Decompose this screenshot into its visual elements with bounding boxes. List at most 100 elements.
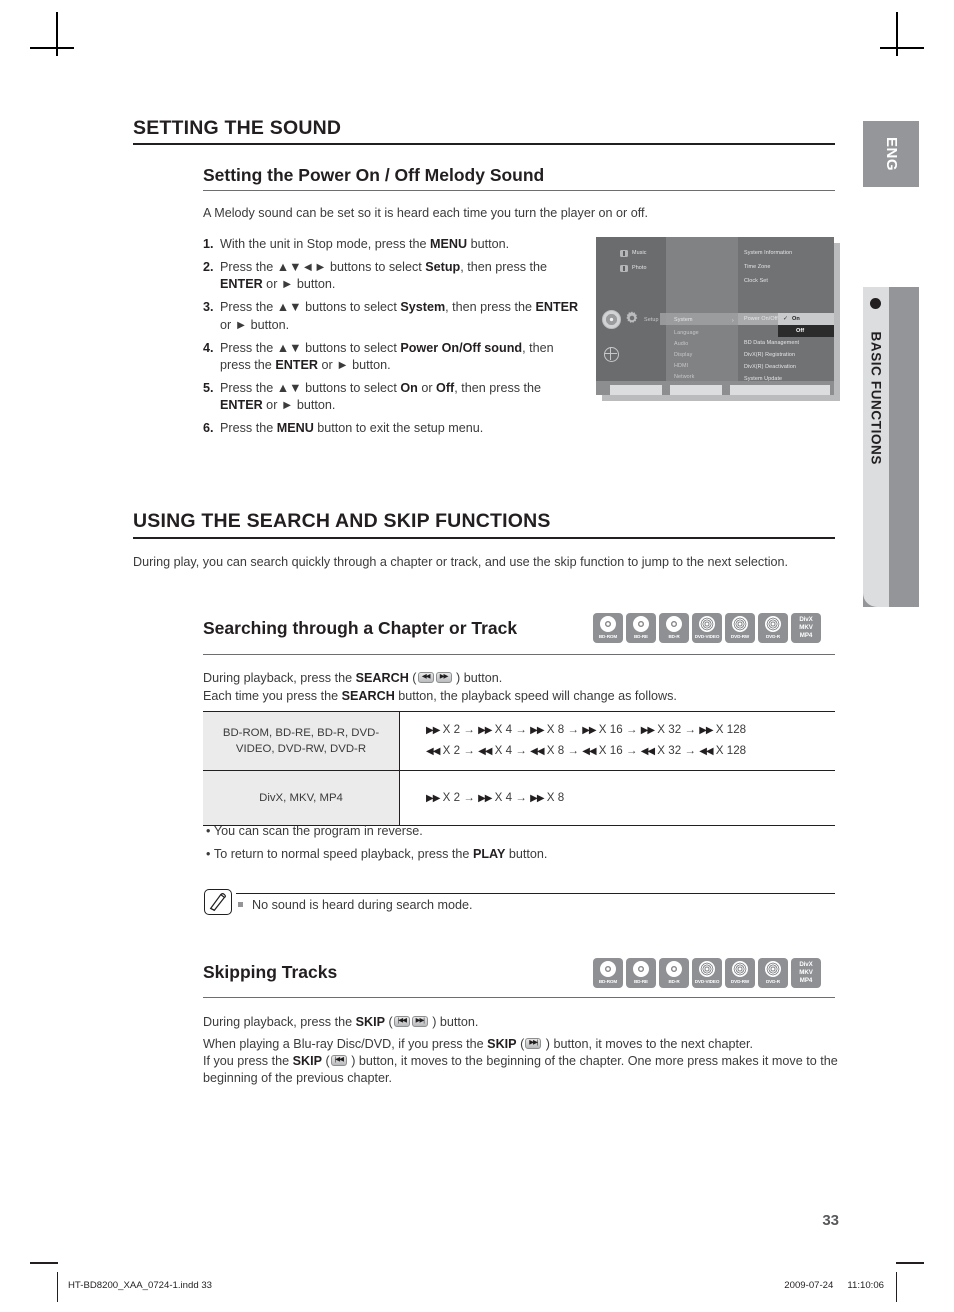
- disc-badges-searching: BD-ROM BD-RE BD-R DVD-VIDEO DVD-RW DVD-R DivX M…: [593, 613, 821, 643]
- searching-line1-paren-open: (: [408, 671, 417, 685]
- skip-previous-button-icon: |◀◀: [393, 1016, 410, 1027]
- melody-step-text-1: With the unit in Stop mode, press the ME…: [220, 237, 510, 251]
- disc-badge-dvd-rw: DVD-RW: [725, 958, 755, 988]
- searching-instruction-line1: During playback, press the SEARCH (◀◀ ▶▶ …: [203, 670, 843, 687]
- speed-table-row: BD-ROM, BD-RE, BD-R, DVD-VIDEO, DVD-RW, …: [203, 711, 835, 770]
- disc-circle-icon: [765, 961, 781, 977]
- speed-sequence-line: ▶▶ X 2 → ▶▶ X 4 → ▶▶ X 8 → ▶▶ X 16 → ▶▶ …: [426, 723, 747, 736]
- searching-bullet-1: • You can scan the program in reverse.: [206, 823, 846, 840]
- check-icon: ✓: [783, 316, 789, 322]
- subsection-title-skipping: Skipping Tracks: [203, 962, 338, 982]
- skipping-title-rule: [203, 997, 835, 999]
- skip-button-keyword-2: SKIP: [487, 1037, 517, 1051]
- footer-crop-right: [896, 1262, 924, 1264]
- disc-badge-text-line-3: MP4: [799, 977, 813, 984]
- tv-menu-opt-time-zone[interactable]: Time Zone: [744, 264, 770, 270]
- tv-menu-sub-display[interactable]: Display: [674, 352, 692, 358]
- tv-menu-bottom-block-1: [610, 385, 662, 395]
- tv-screenshot-frame: Music Photo Setup System › Language Audi…: [596, 237, 834, 395]
- disc-badge-text-line-2: MKV: [799, 969, 813, 976]
- tv-menu-opt-divx-deactivation[interactable]: DivX(R) Deactivation: [744, 364, 796, 370]
- skipping-line2-b: ) button, it moves to the next chapter.: [542, 1037, 753, 1051]
- disc-badge-dvd-rw: DVD-RW: [725, 613, 755, 643]
- disc-badge-bd-rom: BD-ROM: [593, 613, 623, 643]
- tv-menu-dropdown-option-off[interactable]: [778, 325, 834, 337]
- tv-menu-dropdown-off-label: Off: [796, 327, 805, 334]
- melody-step-text-5: Press the ▲▼ buttons to select On or Off…: [220, 380, 542, 413]
- tv-menu-sub-hdmi[interactable]: HDMI: [674, 363, 688, 369]
- tv-menu-opt-clock-set[interactable]: Clock Set: [744, 278, 768, 284]
- disc-badge-label: BD-R: [668, 634, 680, 639]
- searching-bullet-2: • To return to normal speed playback, pr…: [206, 846, 846, 863]
- section2-title-rule: [133, 537, 835, 539]
- melody-step-number-4: 4.: [203, 340, 214, 355]
- tv-menu-item-setup[interactable]: Setup: [644, 317, 659, 323]
- searching-line1-post: ) button.: [452, 671, 503, 685]
- disc-circle-icon: [600, 616, 616, 632]
- skipping-line1-paren-open: (: [385, 1015, 393, 1029]
- melody-step-number-6: 6.: [203, 421, 214, 436]
- bullet-dot-1: •: [206, 824, 214, 838]
- rewind-button-icon: ◀◀: [417, 672, 434, 683]
- disc-circle-icon: [765, 616, 781, 632]
- melody-step-number-1: 1.: [203, 237, 214, 251]
- page-content: SETTING THE SOUND Setting the Power On /…: [0, 0, 954, 1312]
- skip-next-button-icon: ▶▶|: [411, 1016, 428, 1027]
- skipping-instruction-line1: During playback, press the SKIP (|◀◀ ▶▶| …: [203, 1014, 843, 1031]
- tv-menu-sub-network[interactable]: Network: [674, 374, 694, 380]
- searching-instruction-line2: Each time you press the SEARCH button, t…: [203, 688, 843, 705]
- bullet-1-text: You can scan the program in reverse.: [213, 824, 423, 838]
- tv-menu-bottom-block-2: [670, 385, 722, 395]
- disc-badge-label: DVD-VIDEO: [694, 634, 720, 639]
- skipping-line3-c: If you press the: [203, 1054, 293, 1068]
- fast-forward-button-icon: ▶▶: [435, 672, 452, 683]
- melody-step-number-2: 2.: [203, 259, 214, 274]
- tv-menu-sub-audio[interactable]: Audio: [674, 341, 688, 347]
- photo-icon: [620, 265, 628, 272]
- footer-time: 11:10:06: [847, 1280, 884, 1291]
- search-button-keyword-2: SEARCH: [341, 689, 395, 703]
- disc-badge-label: BD-R: [668, 979, 680, 984]
- disc-circle-icon: [633, 961, 649, 977]
- note-text-row: No sound is heard during search mode.: [238, 898, 473, 912]
- melody-step-text-6: Press the MENU button to exit the setup …: [220, 421, 484, 436]
- tv-menu-opt-bd-data-management[interactable]: BD Data Management: [744, 340, 799, 346]
- disc-badge-dvd-video: DVD-VIDEO: [692, 613, 722, 643]
- tv-menu-opt-divx-registration[interactable]: DivX(R) Registration: [744, 352, 795, 358]
- footer-filename: HT-BD8200_XAA_0724-1.indd 33: [68, 1280, 213, 1291]
- disc-icon: [602, 310, 621, 329]
- disc-badge-divx-mkv-mp4: DivX MKV MP4: [791, 613, 821, 643]
- speed-table-disc-types: BD-ROM, BD-RE, BD-R, DVD-VIDEO, DVD-RW, …: [203, 712, 400, 770]
- speed-table-sequence-cell: ▶▶ X 2 → ▶▶ X 4 → ▶▶ X 8: [400, 771, 835, 825]
- melody-step-number-3: 3.: [203, 300, 214, 315]
- melody-step-text-3: Press the ▲▼ buttons to select System, t…: [220, 300, 579, 332]
- tv-menu-opt-system-information[interactable]: System Information: [744, 250, 792, 256]
- playback-speed-table: BD-ROM, BD-RE, BD-R, DVD-VIDEO, DVD-RW, …: [203, 711, 835, 826]
- disc-badge-text-line-2: MKV: [799, 624, 813, 631]
- note-text: No sound is heard during search mode.: [252, 898, 473, 912]
- skip-next-button-icon-2: ▶▶|: [525, 1038, 542, 1049]
- tv-menu-chevron-right-icon: ›: [732, 318, 734, 324]
- disc-badge-label: DVD-RW: [730, 979, 750, 984]
- disc-badge-bd-re: BD-RE: [626, 958, 656, 988]
- disc-badge-label: DVD-R: [765, 979, 781, 984]
- melody-step-1: 1. With the unit in Stop mode, press the …: [203, 236, 583, 253]
- skip-previous-button-icon-2: |◀◀: [330, 1055, 347, 1066]
- tv-menu-sub-language[interactable]: Language: [674, 330, 699, 336]
- section-title-setting-the-sound: SETTING THE SOUND: [133, 117, 342, 139]
- disc-circle-icon: [699, 961, 715, 977]
- melody-step-5: 5. Press the ▲▼ buttons to select On or O…: [203, 380, 583, 415]
- tv-menu-item-music[interactable]: Music: [632, 250, 647, 256]
- tv-menu-item-photo[interactable]: Photo: [632, 265, 647, 271]
- subsection-title-searching: Searching through a Chapter or Track: [203, 618, 518, 638]
- disc-badge-label: DVD-VIDEO: [694, 979, 720, 984]
- speed-table-sequence-cell: ▶▶ X 2 → ▶▶ X 4 → ▶▶ X 8 → ▶▶ X 16 → ▶▶ …: [400, 712, 835, 770]
- bullet-dot-2: •: [206, 847, 214, 861]
- melody-step-number-5: 5.: [203, 380, 214, 395]
- melody-step-2: 2. Press the ▲▼◄► buttons to select Setup…: [203, 259, 583, 294]
- disc-badge-bd-r: BD-R: [659, 958, 689, 988]
- search-skip-intro-text: During play, you can search quickly thro…: [133, 555, 789, 569]
- disc-badge-dvd-r: DVD-R: [758, 958, 788, 988]
- disc-badge-label: BD-RE: [633, 979, 649, 984]
- tv-menu-sub-system[interactable]: System: [674, 317, 693, 323]
